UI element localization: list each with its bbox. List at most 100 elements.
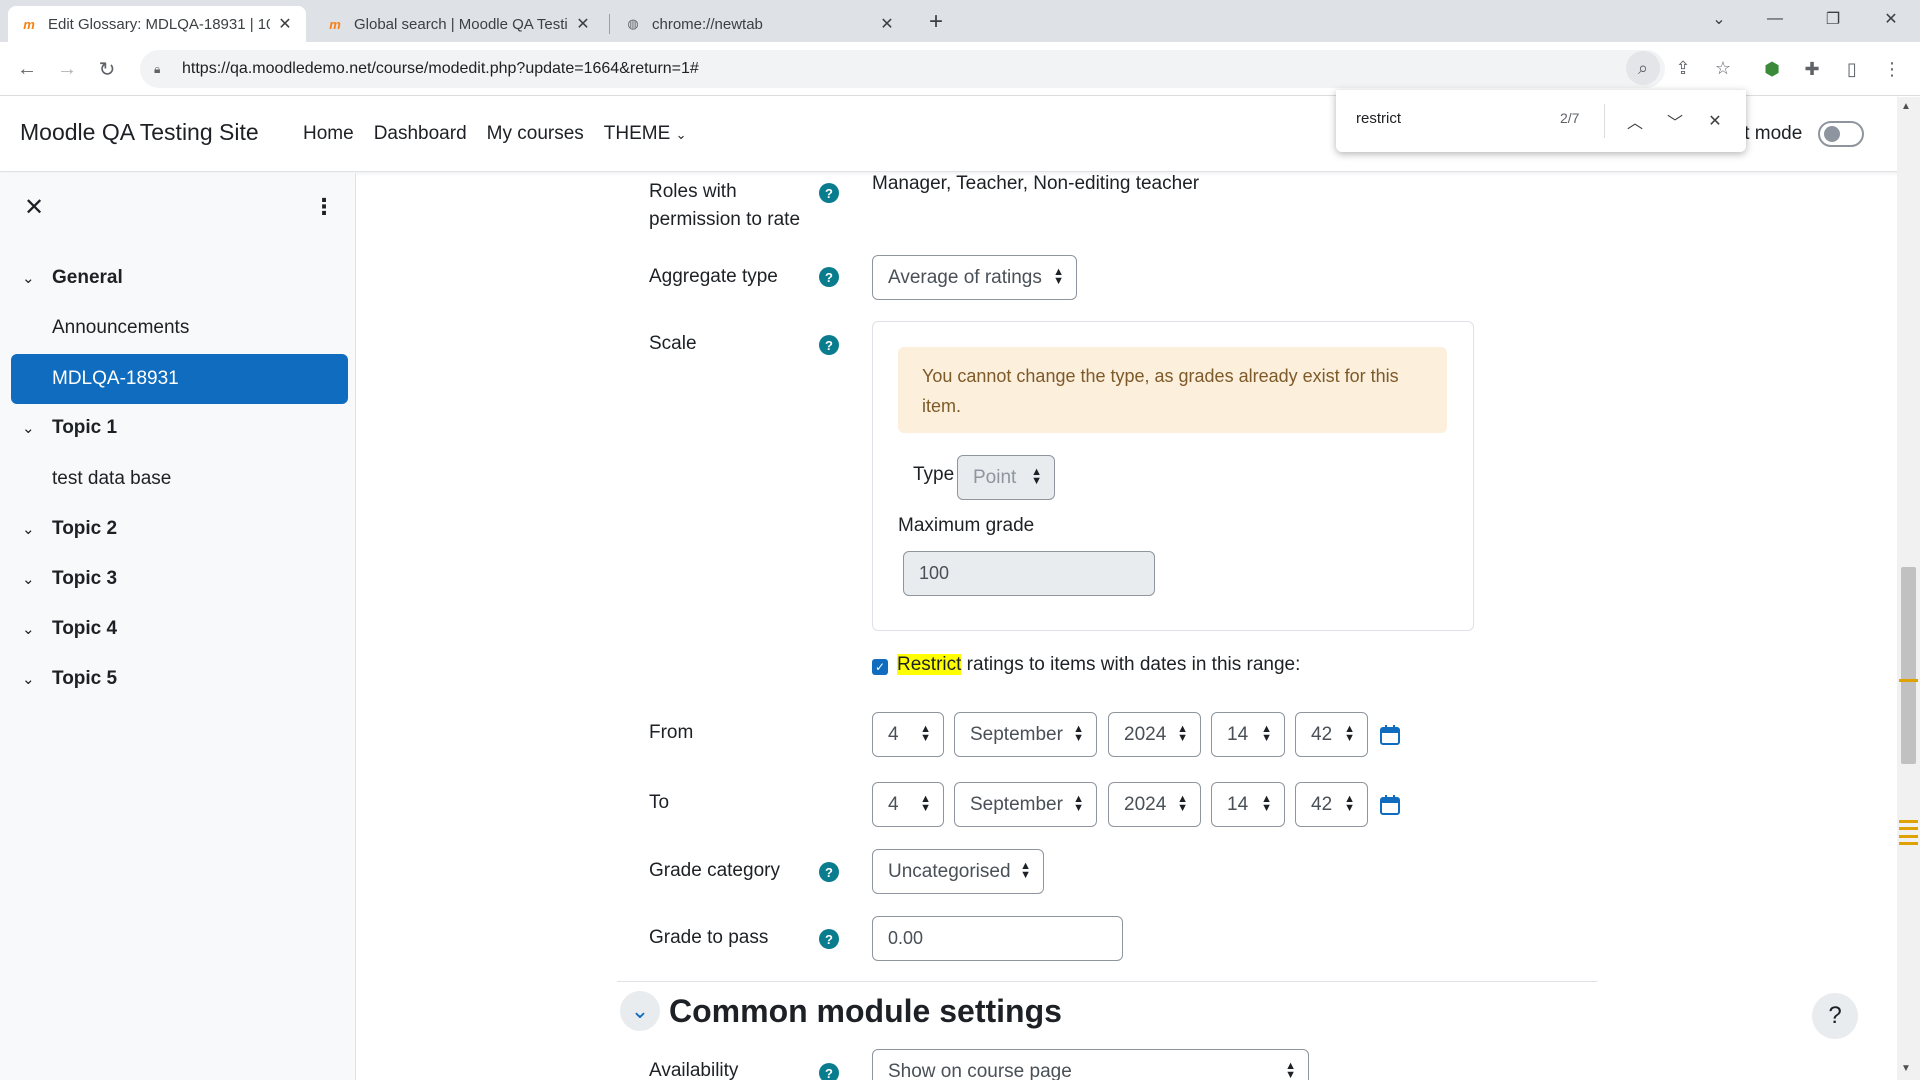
select-arrows-icon: ▲ ▼	[1073, 793, 1084, 814]
nav-my-courses[interactable]: My courses	[487, 123, 584, 145]
type-select[interactable]: Point ▲ ▼	[957, 455, 1055, 500]
scroll-up-icon[interactable]: ▲	[1901, 101, 1911, 112]
tab-title: Global search | Moodle QA Testin	[354, 15, 568, 33]
course-section-topic-1[interactable]: ⌄ Topic 1	[22, 417, 117, 439]
find-next-icon[interactable]: ﹀	[1660, 106, 1690, 136]
select-arrows-icon: ▲ ▼	[920, 793, 931, 814]
course-section-topic-4[interactable]: ⌄ Topic 4	[22, 618, 117, 640]
course-item-active[interactable]: MDLQA-18931	[11, 354, 348, 404]
scroll-down-icon[interactable]: ▼	[1901, 1063, 1911, 1074]
share-icon[interactable]: ⇪	[1666, 51, 1700, 85]
grade-pass-input[interactable]: 0.00	[872, 916, 1123, 961]
calendar-icon[interactable]	[1379, 724, 1401, 746]
close-tab-icon[interactable]: ✕	[574, 15, 592, 33]
to-hour-select[interactable]: 14 ▲ ▼	[1211, 782, 1285, 827]
aggregate-select[interactable]: Average of ratings ▲ ▼	[872, 255, 1077, 300]
address-bar[interactable]: 🔒︎ https://qa.moodledemo.net/course/mode…	[140, 50, 1665, 88]
extension-shield-icon[interactable]: ⬢	[1759, 56, 1785, 82]
course-item-announcements[interactable]: Announcements	[52, 317, 189, 339]
select-arrows-icon: ▲ ▼	[1177, 723, 1188, 744]
close-drawer-icon[interactable]: ✕	[22, 194, 46, 221]
select-arrows-icon: ▲ ▼	[1285, 1060, 1296, 1080]
find-close-icon[interactable]: ✕	[1700, 106, 1730, 136]
tab-separator	[609, 14, 610, 34]
bookmark-star-icon[interactable]: ☆	[1706, 51, 1740, 85]
side-panel-icon[interactable]: ▯	[1839, 56, 1865, 82]
max-grade-input[interactable]: 100	[903, 551, 1155, 596]
course-item-test-data-base[interactable]: test data base	[52, 468, 171, 490]
edit-mode-toggle[interactable]	[1818, 121, 1864, 147]
nav-home[interactable]: Home	[303, 123, 354, 145]
site-name[interactable]: Moodle QA Testing Site	[20, 119, 259, 146]
url-text: https://qa.moodledemo.net/course/modedit…	[182, 60, 699, 77]
to-month-select[interactable]: September ▲ ▼	[954, 782, 1097, 827]
tab-edit-glossary[interactable]: m Edit Glossary: MDLQA-18931 | 10 ✕	[8, 6, 306, 42]
type-label: Type	[913, 464, 955, 485]
section-divider	[617, 981, 1597, 982]
from-month-select[interactable]: September ▲ ▼	[954, 712, 1097, 757]
select-arrows-icon: ▲ ▼	[1073, 723, 1084, 744]
from-label: From	[649, 722, 694, 743]
lock-icon: 🔒︎	[154, 62, 161, 76]
page-scrollbar[interactable]: ▲ ▼	[1897, 97, 1920, 1080]
find-input[interactable]: restrict	[1356, 110, 1401, 127]
from-day-select[interactable]: 4 ▲ ▼	[872, 712, 944, 757]
chevron-down-icon[interactable]: ⌄	[22, 269, 40, 287]
from-year-select[interactable]: 2024 ▲ ▼	[1108, 712, 1201, 757]
from-minute-select[interactable]: 42 ▲ ▼	[1295, 712, 1368, 757]
select-arrows-icon: ▲ ▼	[920, 723, 931, 744]
close-tab-icon[interactable]: ✕	[878, 15, 896, 33]
scrollbar-thumb[interactable]	[1901, 567, 1916, 764]
reload-icon[interactable]: ↻	[92, 54, 122, 84]
back-icon[interactable]: ←	[12, 54, 42, 84]
from-hour-select[interactable]: 14 ▲ ▼	[1211, 712, 1285, 757]
tab-search-icon[interactable]: ⌄	[1694, 0, 1744, 38]
course-section-general[interactable]: ⌄ General	[22, 267, 123, 289]
browser-tabstrip: m Edit Glossary: MDLQA-18931 | 10 ✕ m Gl…	[0, 0, 1920, 42]
to-minute-select[interactable]: 42 ▲ ▼	[1295, 782, 1368, 827]
find-icon[interactable]: ⌕	[1626, 51, 1660, 85]
restore-button[interactable]: ❐	[1808, 0, 1858, 38]
help-icon[interactable]: ?	[819, 267, 839, 287]
chevron-down-icon[interactable]: ⌄	[22, 620, 40, 638]
help-button[interactable]: ?	[1812, 993, 1858, 1039]
tab-newtab[interactable]: ◍ chrome://newtab ✕	[612, 6, 908, 42]
find-match-marker	[1899, 820, 1918, 823]
tab-global-search[interactable]: m Global search | Moodle QA Testin ✕	[314, 6, 604, 42]
chevron-down-icon[interactable]: ⌄	[22, 520, 40, 538]
more-options-icon[interactable]: ⋮	[312, 194, 336, 219]
collapse-section-icon[interactable]: ⌄	[620, 991, 660, 1031]
minimize-button[interactable]: —	[1750, 0, 1800, 38]
browser-menu-icon[interactable]: ⋮	[1879, 56, 1905, 82]
select-arrows-icon: ▲ ▼	[1020, 860, 1031, 881]
course-section-topic-5[interactable]: ⌄ Topic 5	[22, 668, 117, 690]
grade-category-select[interactable]: Uncategorised ▲ ▼	[872, 849, 1044, 894]
new-tab-button[interactable]: +	[922, 8, 950, 36]
scale-alert: You cannot change the type, as grades al…	[898, 347, 1447, 433]
chevron-down-icon[interactable]: ⌄	[22, 570, 40, 588]
help-icon[interactable]: ?	[819, 183, 839, 203]
help-icon[interactable]: ?	[819, 1063, 839, 1080]
close-tab-icon[interactable]: ✕	[276, 15, 294, 33]
help-icon[interactable]: ?	[819, 862, 839, 882]
chevron-down-icon[interactable]: ⌄	[22, 670, 40, 688]
forward-icon[interactable]: →	[52, 54, 82, 84]
to-day-select[interactable]: 4 ▲ ▼	[872, 782, 944, 827]
extensions-puzzle-icon[interactable]: ✚	[1799, 56, 1825, 82]
scale-label: Scale	[649, 333, 697, 354]
find-match-marker	[1899, 827, 1918, 830]
course-section-topic-3[interactable]: ⌄ Topic 3	[22, 568, 117, 590]
restrict-label: Restrict ratings to items with dates in …	[897, 654, 1301, 675]
availability-select[interactable]: Show on course page ▲ ▼	[872, 1049, 1309, 1080]
calendar-icon[interactable]	[1379, 794, 1401, 816]
help-icon[interactable]: ?	[819, 335, 839, 355]
course-section-topic-2[interactable]: ⌄ Topic 2	[22, 518, 117, 540]
to-year-select[interactable]: 2024 ▲ ▼	[1108, 782, 1201, 827]
help-icon[interactable]: ?	[819, 929, 839, 949]
close-window-button[interactable]: ✕	[1866, 0, 1916, 38]
nav-theme[interactable]: THEME ⌄	[604, 123, 687, 145]
restrict-checkbox[interactable]: ✓	[872, 659, 888, 675]
nav-dashboard[interactable]: Dashboard	[374, 123, 467, 145]
find-previous-icon[interactable]: ︿	[1620, 106, 1650, 136]
chevron-down-icon[interactable]: ⌄	[22, 419, 40, 437]
